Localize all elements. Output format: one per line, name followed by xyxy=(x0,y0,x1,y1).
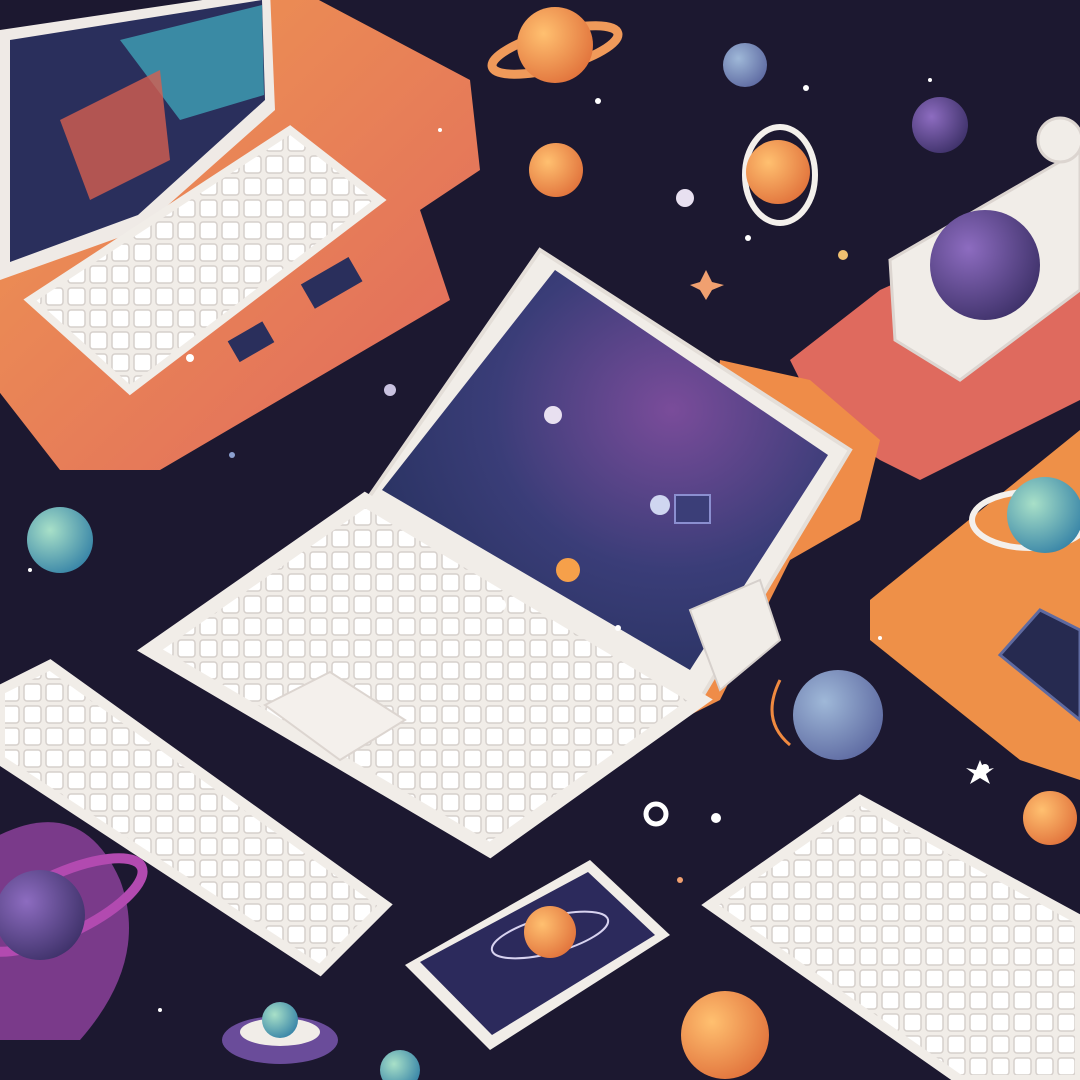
planet-purple-top-right xyxy=(912,97,968,153)
planet-teal-left xyxy=(27,507,93,573)
planet-blue-small-top xyxy=(723,43,767,87)
planet-orange-small-right xyxy=(1023,791,1077,845)
planet-orange-bottom xyxy=(681,991,769,1079)
planet-orange-small xyxy=(529,143,583,197)
space-tech-illustration xyxy=(0,0,1080,1080)
illustration-canvas xyxy=(0,0,1080,1080)
